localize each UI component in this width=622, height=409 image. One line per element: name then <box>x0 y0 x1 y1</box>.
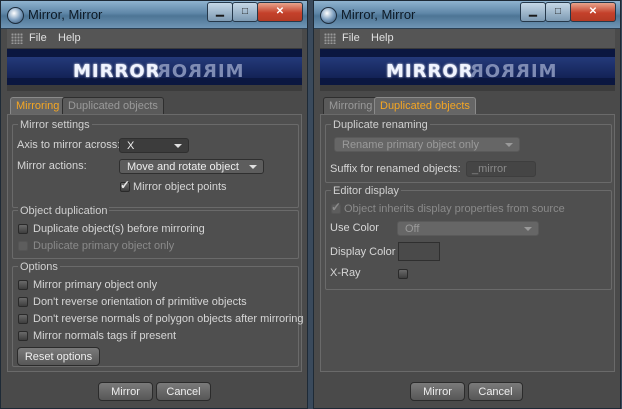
mirror-banner: MIRROR MIRROR <box>7 49 302 91</box>
grip-icon[interactable] <box>324 33 336 44</box>
grip-icon[interactable] <box>11 33 23 44</box>
minimize-button[interactable]: ▁ <box>207 2 233 22</box>
mirror-button[interactable]: Mirror <box>410 382 465 401</box>
option-checkbox[interactable] <box>18 297 28 307</box>
cancel-button[interactable]: Cancel <box>156 382 211 401</box>
chevron-down-icon <box>249 165 257 169</box>
mirror-points-label: Mirror object points <box>133 181 227 193</box>
display-color-label: Display Color <box>330 246 396 258</box>
checkmark-icon: ✓ <box>331 200 342 214</box>
app-icon <box>7 7 24 24</box>
tab-mirroring[interactable]: Mirroring <box>10 97 66 115</box>
maximize-icon: □ <box>241 6 249 17</box>
tab-duplicated-objects[interactable]: Duplicated objects <box>62 97 164 115</box>
use-color-value: Off <box>405 223 420 235</box>
window-title: Mirror, Mirror <box>341 7 416 22</box>
menu-bar: File Help <box>7 29 302 49</box>
close-button[interactable]: ✕ <box>257 2 303 22</box>
use-color-dropdown[interactable]: Off <box>397 221 539 236</box>
object-duplication-group: Object duplication Duplicate object(s) b… <box>12 205 299 259</box>
tab-duplicated-objects[interactable]: Duplicated objects <box>374 97 476 115</box>
banner-logo-reflection: MIRROR <box>469 61 557 82</box>
rename-dropdown[interactable]: Rename primary object only <box>334 137 520 152</box>
menu-file[interactable]: File <box>342 32 360 44</box>
close-icon: ✕ <box>275 6 285 17</box>
editor-display-group: Editor display ✓ Object inherits display… <box>325 185 612 290</box>
minimize-icon: ▁ <box>216 6 224 17</box>
option-label: Don't reverse normals of polygon objects… <box>33 313 304 325</box>
duplicate-before-checkbox[interactable] <box>18 224 28 234</box>
mirror-button[interactable]: Mirror <box>98 382 153 401</box>
maximize-icon: □ <box>554 6 562 17</box>
mirror-banner: MIRROR MIRROR <box>320 49 615 91</box>
maximize-button[interactable]: □ <box>545 2 571 22</box>
chevron-down-icon <box>505 143 513 147</box>
mirror-settings-group: Mirror settings Axis to mirror across: X… <box>12 119 299 208</box>
mirror-actions-dropdown[interactable]: Move and rotate object <box>119 159 264 174</box>
suffix-label: Suffix for renamed objects: <box>330 163 461 175</box>
minimize-button[interactable]: ▁ <box>520 2 546 22</box>
xray-label: X-Ray <box>330 267 361 279</box>
duplicate-renaming-group: Duplicate renaming Rename primary object… <box>325 119 612 183</box>
reset-options-button[interactable]: Reset options <box>17 347 100 366</box>
minimize-icon: ▁ <box>529 6 537 17</box>
group-title: Options <box>18 261 60 273</box>
duplicate-before-label: Duplicate object(s) before mirroring <box>33 223 205 235</box>
duplicate-primary-checkbox[interactable] <box>18 241 28 251</box>
chevron-down-icon <box>174 144 182 148</box>
close-button[interactable]: ✕ <box>570 2 616 22</box>
menu-file[interactable]: File <box>29 32 47 44</box>
option-label: Mirror primary object only <box>33 279 158 291</box>
app-icon <box>320 7 337 24</box>
duplicated-objects-panel: Duplicate renaming Rename primary object… <box>320 114 615 372</box>
axis-dropdown[interactable]: X <box>119 138 189 153</box>
group-title: Editor display <box>331 185 402 197</box>
suffix-input[interactable]: _mirror <box>466 161 536 177</box>
option-label: Mirror normals tags if present <box>33 330 177 342</box>
window-title: Mirror, Mirror <box>28 7 103 22</box>
banner-logo-text: MIRROR <box>73 61 161 82</box>
group-title: Mirror settings <box>18 119 92 131</box>
title-bar[interactable]: Mirror, Mirror ▁ □ ✕ <box>314 1 620 29</box>
cancel-button[interactable]: Cancel <box>468 382 523 401</box>
mirror-window-left: Mirror, Mirror ▁ □ ✕ File Help MIRROR MI… <box>0 0 308 409</box>
actions-value: Move and rotate object <box>127 161 239 173</box>
display-color-swatch[interactable] <box>398 242 440 261</box>
duplicate-primary-label: Duplicate primary object only <box>33 240 175 252</box>
xray-checkbox[interactable] <box>398 269 408 279</box>
banner-logo-text: MIRROR <box>386 61 474 82</box>
tab-mirroring[interactable]: Mirroring <box>323 97 379 115</box>
title-bar[interactable]: Mirror, Mirror ▁ □ ✕ <box>1 1 307 29</box>
close-icon: ✕ <box>588 6 598 17</box>
mirroring-panel: Mirror settings Axis to mirror across: X… <box>7 114 304 372</box>
group-title: Object duplication <box>18 205 110 217</box>
option-checkbox[interactable] <box>18 314 28 324</box>
menu-help[interactable]: Help <box>371 32 394 44</box>
group-title: Duplicate renaming <box>331 119 430 131</box>
inherit-display-label: Object inherits display properties from … <box>344 203 565 215</box>
actions-label: Mirror actions: <box>17 160 87 172</box>
banner-logo-reflection: MIRROR <box>156 61 244 82</box>
maximize-button[interactable]: □ <box>232 2 258 22</box>
use-color-label: Use Color <box>330 222 379 234</box>
option-checkbox[interactable] <box>18 280 28 290</box>
option-label: Don't reverse orientation of primitive o… <box>33 296 247 308</box>
axis-label: Axis to mirror across: <box>17 139 121 151</box>
menu-bar: File Help <box>320 29 615 49</box>
rename-value: Rename primary object only <box>342 139 479 151</box>
option-checkbox[interactable] <box>18 331 28 341</box>
axis-value: X <box>127 140 135 152</box>
menu-help[interactable]: Help <box>58 32 81 44</box>
mirror-window-right: Mirror, Mirror ▁ □ ✕ File Help MIRROR MI… <box>313 0 621 409</box>
options-group: Options Mirror primary object only Don't… <box>12 261 304 367</box>
chevron-down-icon <box>524 227 532 231</box>
checkmark-icon: ✓ <box>120 178 131 192</box>
